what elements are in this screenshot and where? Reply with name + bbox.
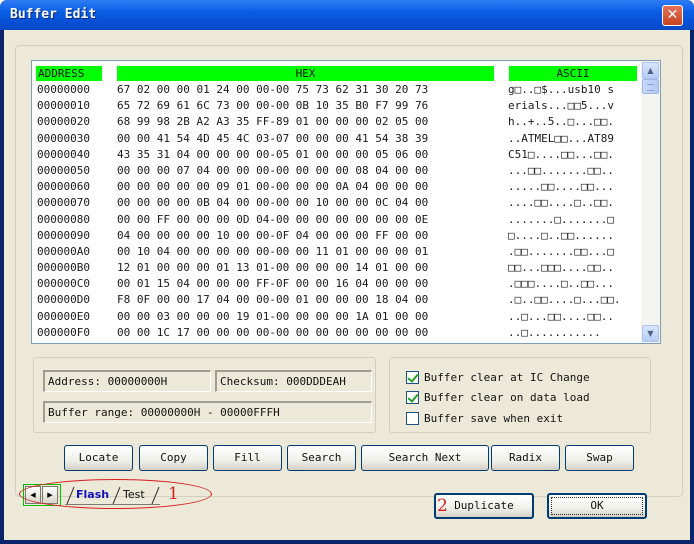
ok-button[interactable]: OK (547, 493, 647, 519)
clear-on-data-load-option[interactable]: Buffer clear on data load (406, 390, 590, 406)
title-bar[interactable]: Buffer Edit ✕ (0, 0, 694, 30)
row-hex[interactable]: 00 10 04 00 00 00 00 00-00 00 11 01 00 0… (117, 244, 428, 260)
scrollbar-thumb[interactable] (642, 79, 659, 94)
row-address: 00000060 (37, 180, 90, 194)
row-ascii[interactable]: ....□□....□..□□. (508, 195, 614, 211)
dialog-client-area: ADDRESS HEX ASCII 00000000 67 02 00 00 01… (4, 30, 690, 540)
buffer-range-readout: Buffer range: 00000000H - 00000FFFH (43, 401, 372, 423)
row-address: 00000030 (37, 131, 90, 145)
row-ascii[interactable]: erials...□□5...v (508, 98, 614, 114)
row-address: 000000F0 (37, 325, 90, 339)
locate-button[interactable]: Locate (64, 445, 133, 471)
row-address: 00000090 (37, 228, 90, 242)
address-column-header: ADDRESS (36, 66, 102, 81)
row-ascii[interactable]: □....□..□□...... (508, 228, 614, 244)
buffer-edit-window: Buffer Edit ✕ ADDRESS HEX ASCII 00000000… (0, 0, 694, 544)
row-ascii[interactable]: .....□□....□□... (508, 179, 614, 195)
window-title: Buffer Edit (10, 7, 97, 22)
hex-column-header: HEX (117, 66, 494, 81)
row-address: 00000050 (37, 163, 90, 177)
row-ascii[interactable]: ..□........... (508, 325, 601, 341)
row-ascii[interactable]: C51□....□□...□□. (508, 147, 614, 163)
annotation-marker-2: 2 (437, 496, 448, 516)
row-address: 00000020 (37, 115, 90, 129)
annotation-marker-1: 1 (168, 484, 179, 504)
checkbox-unchecked-icon[interactable] (406, 412, 419, 425)
row-address: 000000E0 (37, 309, 90, 323)
row-hex[interactable]: F8 0F 00 00 17 04 00 00-00 01 00 00 00 1… (117, 292, 428, 308)
row-address: 00000010 (37, 99, 90, 113)
row-ascii[interactable]: ...□□.......□□.. (508, 163, 614, 179)
checkbox-label[interactable]: Buffer save when exit (424, 411, 563, 427)
ascii-column-header: ASCII (509, 66, 637, 81)
row-ascii[interactable]: g□..□$...usb10 s (508, 82, 614, 98)
address-readout: Address: 00000000H (43, 370, 211, 392)
row-hex[interactable]: 67 02 00 00 01 24 00 00-00 75 73 62 31 3… (117, 82, 428, 98)
row-hex[interactable]: 00 01 15 04 00 00 00 FF-0F 00 00 16 04 0… (117, 276, 428, 292)
checkbox-checked-icon[interactable] (406, 391, 419, 404)
swap-button[interactable]: Swap (565, 445, 634, 471)
checkbox-label[interactable]: Buffer clear on data load (424, 390, 590, 406)
scroll-down-icon[interactable]: ▼ (642, 325, 659, 342)
row-ascii[interactable]: □□...□□□....□□.. (508, 260, 614, 276)
row-hex[interactable]: 00 00 00 00 00 09 01 00-00 00 00 0A 04 0… (117, 179, 428, 195)
hex-buffer-grid[interactable]: ADDRESS HEX ASCII 00000000 67 02 00 00 01… (31, 60, 661, 344)
row-hex[interactable]: 65 72 69 61 6C 73 00 00-00 0B 10 35 B0 F… (117, 98, 428, 114)
row-ascii[interactable]: .□□□....□..□□... (508, 276, 614, 292)
row-ascii[interactable]: .......□.......□ (508, 212, 614, 228)
row-hex[interactable]: 00 00 00 07 04 00 00 00-00 00 00 00 08 0… (117, 163, 428, 179)
duplicate-button[interactable]: Duplicate (434, 493, 534, 519)
row-ascii[interactable]: .□..□□....□...□□. (508, 292, 621, 308)
row-address: 00000080 (37, 212, 90, 226)
checkbox-label[interactable]: Buffer clear at IC Change (424, 370, 590, 386)
row-ascii[interactable]: ..□...□□....□□.. (508, 309, 614, 325)
radix-button[interactable]: Radix (491, 445, 560, 471)
row-address: 00000070 (37, 196, 90, 210)
row-hex[interactable]: 00 00 1C 17 00 00 00 00-00 00 00 00 00 0… (117, 325, 428, 341)
row-ascii[interactable]: ..ATMEL□□...AT89 (508, 131, 614, 147)
row-address: 00000040 (37, 147, 90, 161)
vertical-scrollbar[interactable]: ▲ ▼ (641, 61, 660, 343)
row-address: 000000C0 (37, 277, 90, 291)
row-hex[interactable]: 00 00 41 54 4D 45 4C 03-07 00 00 00 41 5… (117, 131, 428, 147)
row-hex[interactable]: 00 00 FF 00 00 00 0D 04-00 00 00 00 00 0… (117, 212, 428, 228)
annotation-ellipse (19, 479, 212, 509)
row-hex[interactable]: 04 00 00 00 00 10 00 00-0F 04 00 00 00 F… (117, 228, 428, 244)
row-hex[interactable]: 12 01 00 00 00 01 13 01-00 00 00 00 14 0… (117, 260, 428, 276)
checkbox-checked-icon[interactable] (406, 371, 419, 384)
row-address: 000000A0 (37, 244, 90, 258)
fill-button[interactable]: Fill (213, 445, 282, 471)
focus-rectangle (551, 497, 643, 515)
clear-on-ic-change-option[interactable]: Buffer clear at IC Change (406, 370, 590, 386)
row-hex[interactable]: 68 99 98 2B A2 A3 35 FF-89 01 00 00 00 0… (117, 114, 428, 130)
row-address: 00000000 (37, 83, 90, 96)
scroll-up-icon[interactable]: ▲ (642, 62, 659, 79)
row-ascii[interactable]: h..+..5..□...□□. (508, 114, 614, 130)
save-when-exit-option[interactable]: Buffer save when exit (406, 411, 563, 427)
row-hex[interactable]: 43 35 31 04 00 00 00 00-05 01 00 00 00 0… (117, 147, 428, 163)
row-address: 000000D0 (37, 293, 90, 307)
row-address: 000000B0 (37, 261, 90, 275)
search-next-button[interactable]: Search Next (361, 445, 489, 471)
checksum-readout: Checksum: 000DDDEAH (215, 370, 372, 392)
row-ascii[interactable]: .□□.......□□...□ (508, 244, 614, 260)
row-hex[interactable]: 00 00 00 00 0B 04 00 00-00 00 10 00 00 0… (117, 195, 428, 211)
search-button[interactable]: Search (287, 445, 356, 471)
row-hex[interactable]: 00 00 03 00 00 00 19 01-00 00 00 00 1A 0… (117, 309, 428, 325)
close-icon[interactable]: ✕ (662, 5, 683, 26)
copy-button[interactable]: Copy (139, 445, 208, 471)
